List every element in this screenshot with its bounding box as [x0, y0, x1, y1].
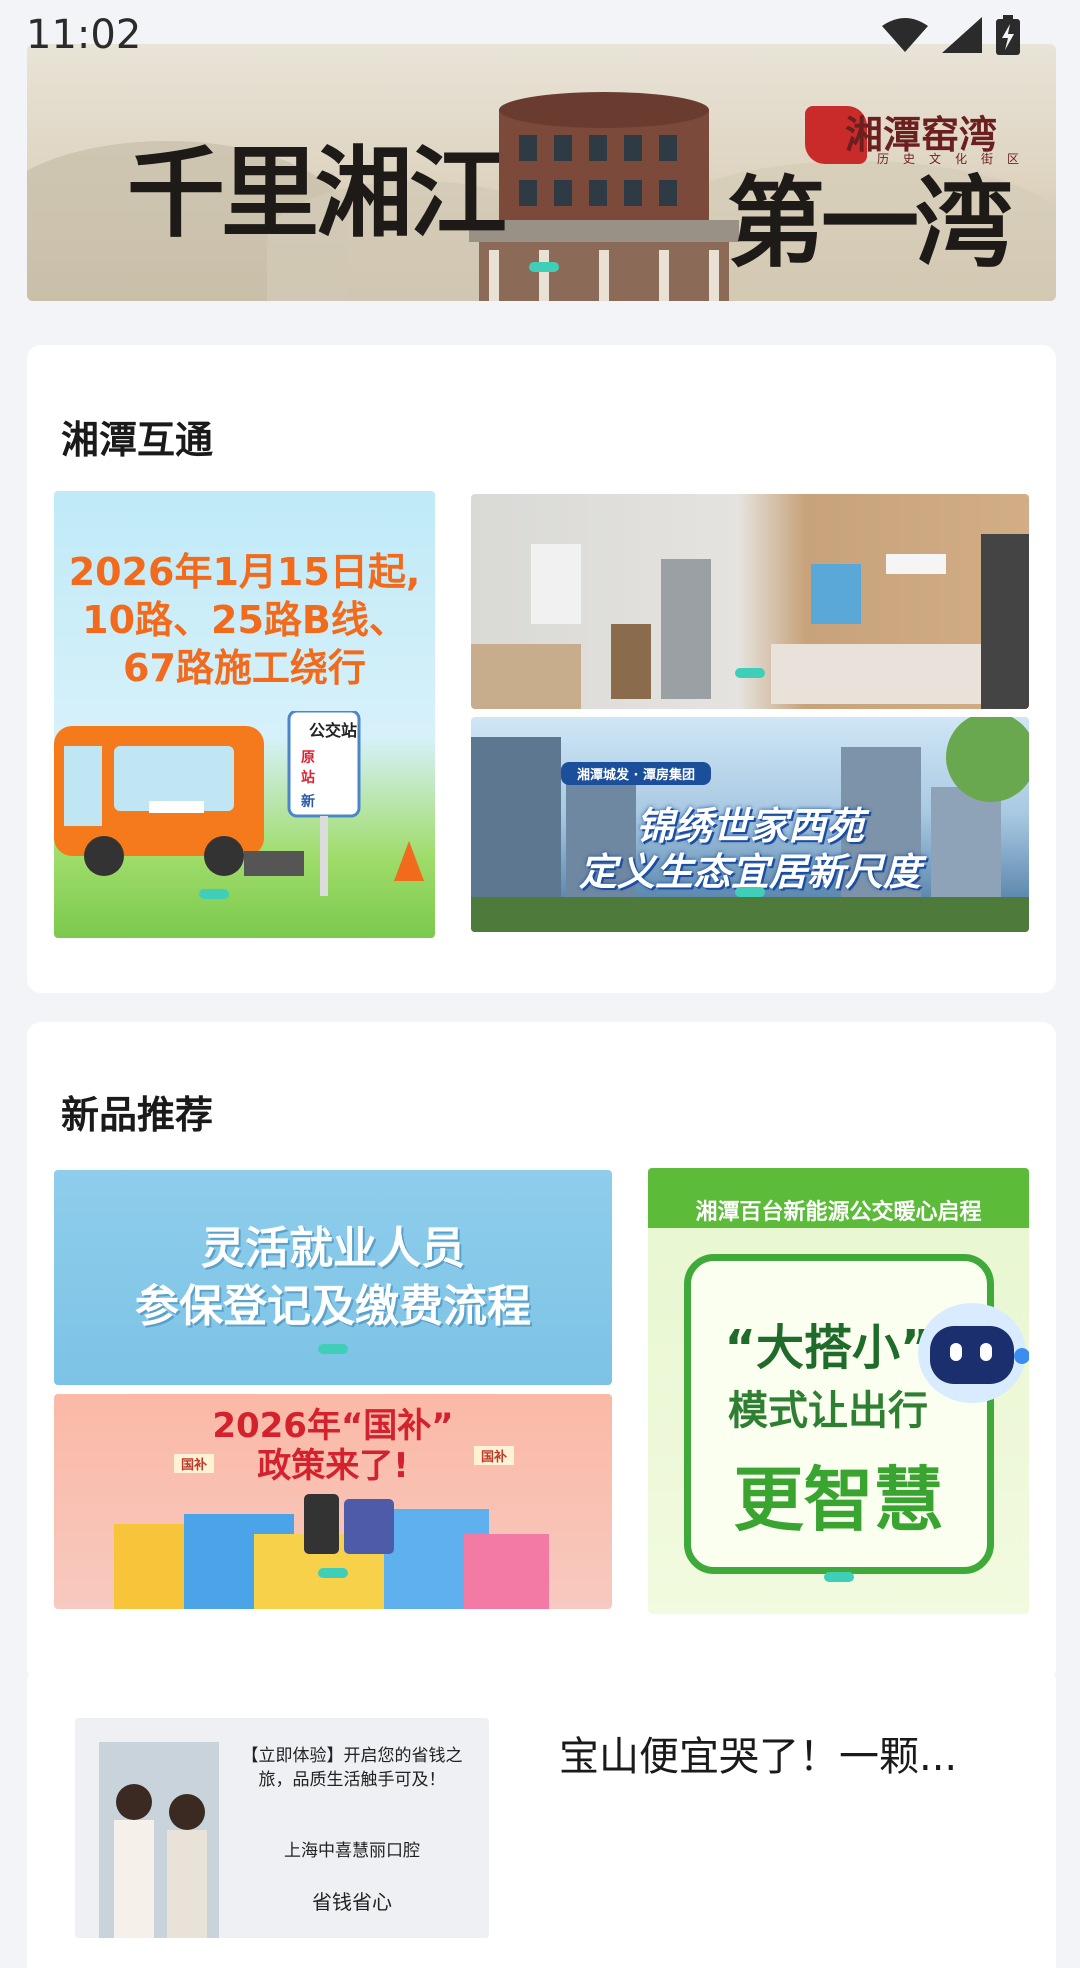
bus-ad-header: 湘潭百台新能源公交暖心启程 [695, 1200, 982, 1225]
new-energy-bus-tile[interactable]: 湘潭百台新能源公交暖心启程 “大搭小” 模式让出行 更智慧 [648, 1168, 1029, 1614]
carousel-indicator [824, 1572, 854, 1582]
carousel-indicator [318, 1568, 348, 1578]
bus-notice-line3: 67路施工绕行 [123, 646, 366, 690]
bus-stop-orig-label: 原 [301, 750, 315, 766]
carousel-indicator [318, 1344, 348, 1354]
carousel-indicator [735, 668, 765, 678]
bus-illustration [54, 711, 424, 896]
shopping-bags-illustration [114, 1494, 549, 1609]
section-card-interconnect: 湘潭互通 2026年1月15日起, 10路、25路B线、 67路施工绕行 公交站… [27, 345, 1056, 993]
signal-icon [942, 17, 982, 53]
section-title: 湘潭互通 [61, 418, 214, 462]
feed-thumb-text1: 【立即体验】开启您的省钱之旅，品质生活触手可及！ [241, 1746, 463, 1790]
robot-mascot-icon [918, 1303, 1029, 1403]
section-title: 新品推荐 [61, 1093, 214, 1137]
insurance-line1: 灵活就业人员 [201, 1223, 465, 1274]
bus-detour-notice-tile[interactable]: 2026年1月15日起, 10路、25路B线、 67路施工绕行 公交站 原 站 … [54, 491, 435, 938]
housing-promo-tile[interactable]: 湘潭城发 · 潭房集团 锦绣世家西苑 定义生态宜居新尺度 [471, 717, 1029, 932]
status-time: 11:02 [26, 12, 142, 58]
feed-title[interactable]: 宝山便宜哭了！一颗... [559, 1724, 1029, 1782]
insurance-guide-tile[interactable]: 灵活就业人员 参保登记及缴费流程 [54, 1170, 612, 1385]
feed-thumbnail[interactable]: 【立即体验】开启您的省钱之旅，品质生活触手可及！ 上海中喜慧丽口腔 省钱省心 [75, 1718, 489, 1938]
insurance-line2: 参保登记及缴费流程 [135, 1281, 531, 1332]
status-bar: 11:02 [0, 0, 1080, 70]
presenter-photo [99, 1742, 219, 1938]
feed-thumb-text2: 上海中喜慧丽口腔 [284, 1841, 420, 1861]
section-card-new-products: 新品推荐 灵活就业人员 参保登记及缴费流程 2026年“国补” 政策来了! 国补… [27, 1022, 1056, 1682]
carousel-indicator [529, 262, 559, 272]
bus-notice-line1: 2026年1月15日起, [68, 550, 421, 594]
housing-ad-tag: 湘潭城发 · 潭房集团 [561, 762, 711, 785]
apartment-interior-tile[interactable] [471, 494, 1029, 709]
presenters-illustration [114, 1784, 207, 1938]
feed-item[interactable]: 【立即体验】开启您的省钱之旅，品质生活触手可及！ 上海中喜慧丽口腔 省钱省心 宝… [27, 1668, 1056, 1968]
top-banner[interactable]: 千里湘江 第一湾 湘潭窑湾 历史文化街区 [27, 44, 1056, 301]
bus-stop-sign-label: 公交站 [308, 721, 357, 740]
subsidy-tag-right: 国补 [474, 1446, 514, 1465]
subsidy-tag-left: 国补 [174, 1454, 214, 1473]
carousel-indicator [735, 887, 765, 897]
bus-stop-station-label: 站 [301, 770, 315, 786]
subsidy-policy-tile[interactable]: 2026年“国补” 政策来了! 国补 国补 [54, 1394, 612, 1609]
carousel-indicator [199, 889, 229, 899]
feed-thumb-text3: 省钱省心 [312, 1890, 392, 1914]
bus-stop-new-label: 新 [301, 794, 315, 810]
bus-ad-line3: 更智慧 [733, 1459, 944, 1541]
status-icons [882, 15, 1020, 55]
wifi-icon [882, 18, 928, 52]
bus-notice-line2: 10路、25路B线、 [82, 598, 407, 642]
banner-title-left: 千里湘江 [127, 136, 507, 251]
banner-logo-subtitle: 历史文化街区 [877, 152, 1034, 166]
battery-icon [996, 15, 1020, 55]
